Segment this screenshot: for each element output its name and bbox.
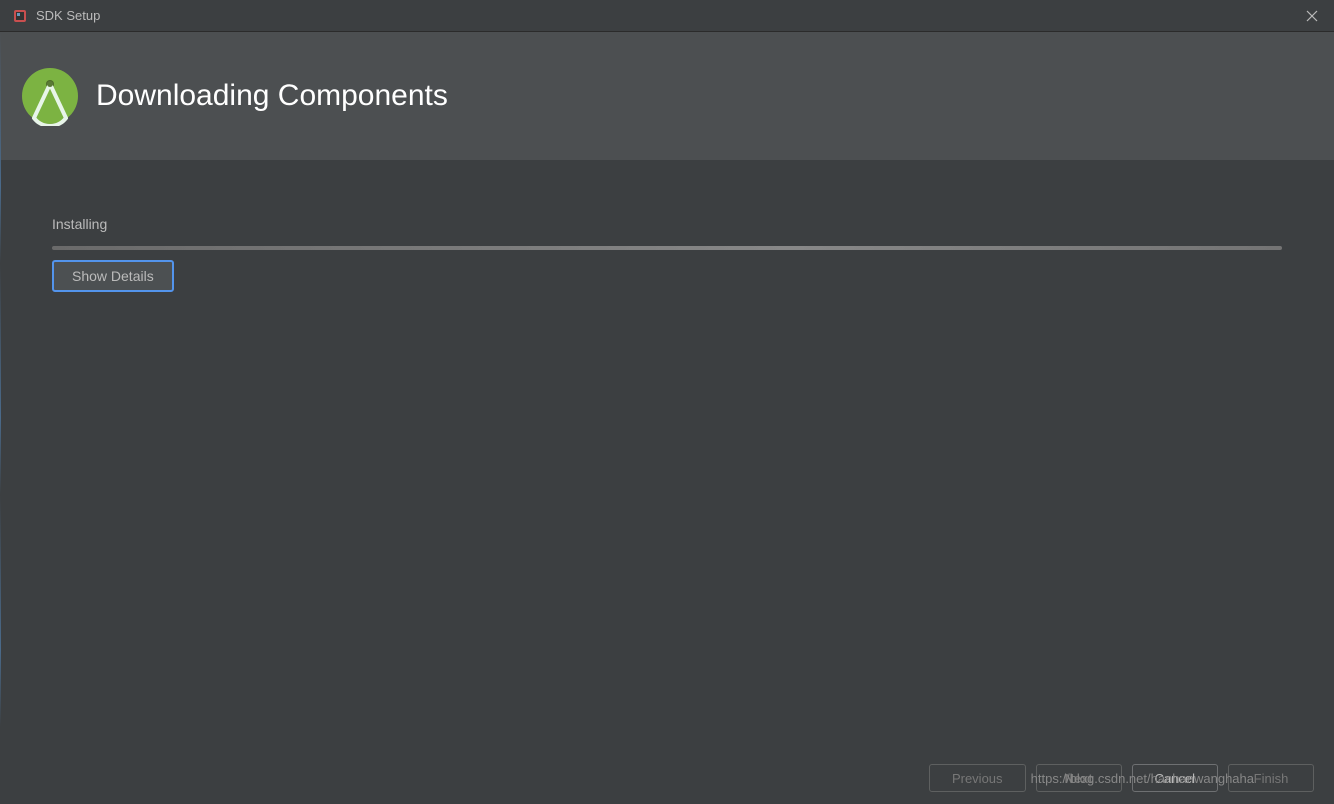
close-button[interactable] [1290,0,1334,32]
dialog-header: Downloading Components [0,32,1334,160]
next-button[interactable]: Next [1036,764,1122,792]
left-border-decoration [0,32,1,804]
progress-fill [52,246,1282,250]
status-text: Installing [52,216,1282,232]
titlebar: SDK Setup [0,0,1334,32]
dialog-footer: Previous Next Cancel Finish [929,764,1314,792]
android-studio-icon [20,66,80,126]
progress-bar [52,246,1282,250]
close-icon [1306,10,1318,22]
finish-button[interactable]: Finish [1228,764,1314,792]
window-title: SDK Setup [36,8,1290,23]
show-details-button[interactable]: Show Details [52,260,174,292]
content-area: Installing Show Details [0,160,1334,312]
page-title: Downloading Components [96,79,448,113]
previous-button[interactable]: Previous [929,764,1026,792]
app-icon [12,8,28,24]
cancel-button[interactable]: Cancel [1132,764,1218,792]
